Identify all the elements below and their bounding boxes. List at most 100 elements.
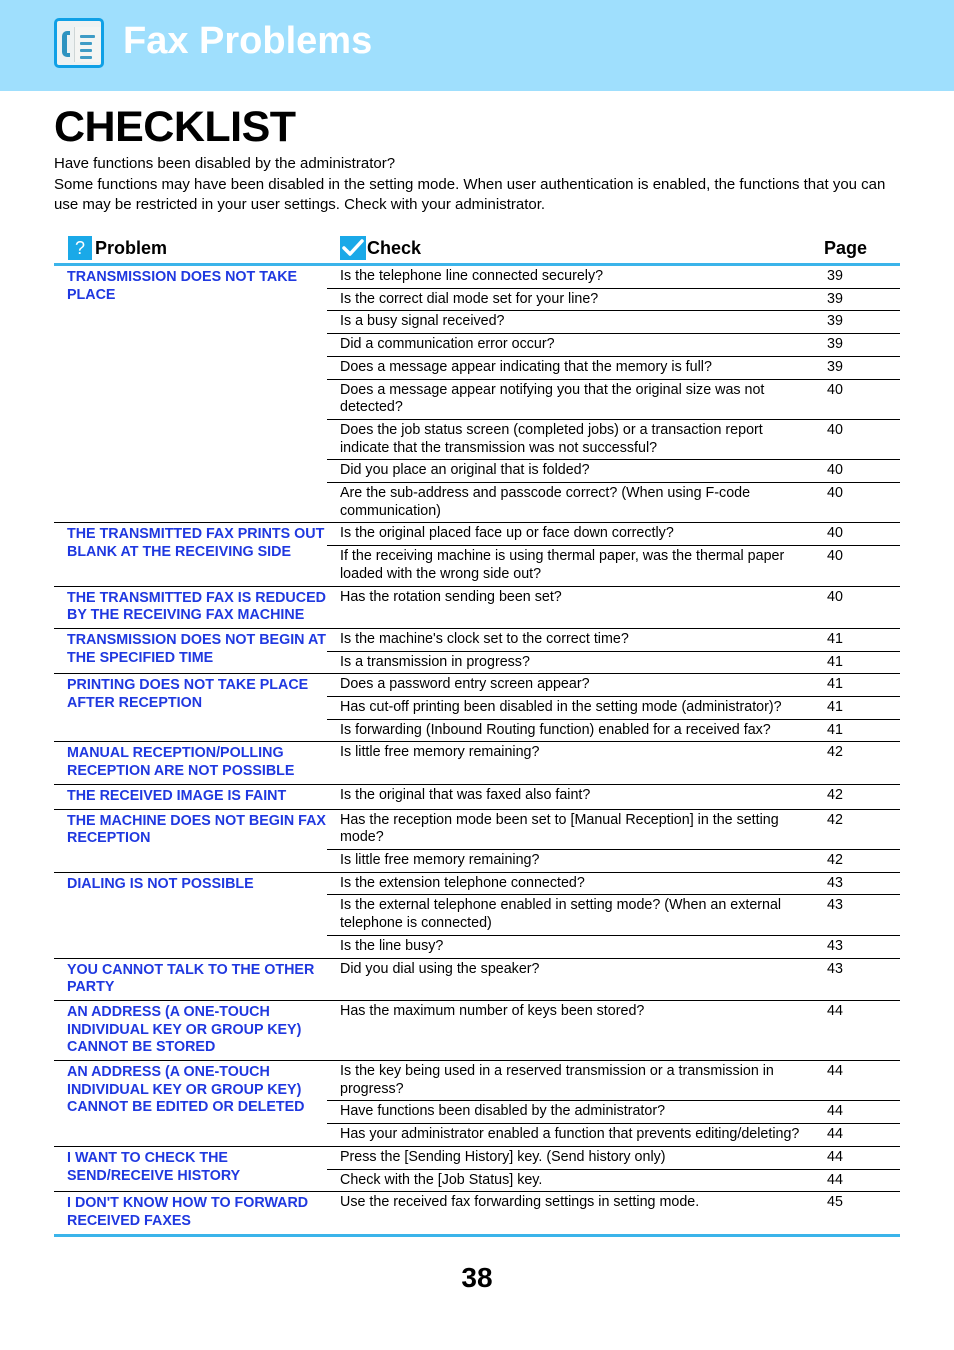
page-reference-link[interactable]: 41 bbox=[807, 629, 900, 651]
check-question: Is the original that was faxed also fain… bbox=[340, 786, 591, 803]
page-reference-link[interactable]: 44 bbox=[807, 1170, 900, 1192]
page-reference-link[interactable]: 39 bbox=[807, 357, 900, 379]
table-row: Are the sub-address and passcode correct… bbox=[327, 483, 900, 522]
check-question: Does a message appear indicating that th… bbox=[340, 358, 712, 375]
problem-label[interactable]: PRINTING DOES NOT TAKE PLACE AFTER RECEP… bbox=[54, 674, 327, 741]
problem-label[interactable]: YOU CANNOT TALK TO THE OTHER PARTY bbox=[54, 959, 327, 1000]
page-reference-link[interactable]: 40 bbox=[807, 460, 900, 482]
problem-label[interactable]: TRANSMISSION DOES NOT TAKE PLACE bbox=[54, 266, 327, 522]
problem-label[interactable]: AN ADDRESS (A ONE-TOUCH INDIVIDUAL KEY O… bbox=[54, 1061, 327, 1146]
page-reference-link[interactable]: 40 bbox=[807, 380, 900, 419]
table-row: Is the original placed face up or face d… bbox=[327, 523, 900, 547]
page-reference-link[interactable]: 41 bbox=[807, 652, 900, 674]
header-band: Fax Problems bbox=[0, 0, 954, 91]
page-reference-link[interactable]: 42 bbox=[807, 850, 900, 872]
page-reference-link[interactable]: 41 bbox=[807, 720, 900, 742]
check-question: Does a password entry screen appear? bbox=[340, 676, 590, 693]
table-row: Use the received fax forwarding settings… bbox=[327, 1192, 900, 1214]
page-reference-link[interactable]: 44 bbox=[807, 1124, 900, 1146]
problem-label[interactable]: THE TRANSMITTED FAX IS REDUCED BY THE RE… bbox=[54, 587, 327, 628]
document-icon bbox=[74, 27, 101, 62]
table-row: Is the external telephone enabled in set… bbox=[327, 895, 900, 936]
check-list: Use the received fax forwarding settings… bbox=[327, 1192, 900, 1233]
page-reference-link[interactable]: 44 bbox=[807, 1101, 900, 1123]
table-row: Is little free memory remaining? 42 bbox=[327, 850, 900, 872]
page-reference-link[interactable]: 39 bbox=[807, 289, 900, 311]
page-reference-link[interactable]: 40 bbox=[807, 483, 900, 522]
problem-label[interactable]: THE TRANSMITTED FAX PRINTS OUT BLANK AT … bbox=[54, 523, 327, 585]
fax-icon bbox=[54, 18, 104, 68]
check-question: Has your administrator enabled a functio… bbox=[340, 1126, 800, 1143]
table-row: Is the correct dial mode set for your li… bbox=[327, 289, 900, 312]
check-question: Has cut-off printing been disabled in th… bbox=[340, 699, 782, 716]
page-reference-link[interactable]: 41 bbox=[807, 697, 900, 719]
page-reference-link[interactable]: 42 bbox=[807, 785, 900, 807]
page-reference-link[interactable]: 40 bbox=[807, 523, 900, 545]
problem-group: PRINTING DOES NOT TAKE PLACE AFTER RECEP… bbox=[54, 674, 900, 743]
page-reference-link[interactable]: 43 bbox=[807, 895, 900, 934]
problem-label[interactable]: MANUAL RECEPTION/POLLING RECEPTION ARE N… bbox=[54, 742, 327, 783]
table-row: Check with the [Job Status] key. 44 bbox=[327, 1170, 900, 1192]
check-question: Is a transmission in progress? bbox=[340, 653, 530, 670]
problem-group: I WANT TO CHECK THE SEND/RECEIVE HISTORY… bbox=[54, 1147, 900, 1193]
table-row: Is the machine's clock set to the correc… bbox=[327, 629, 900, 652]
problem-group: THE TRANSMITTED FAX PRINTS OUT BLANK AT … bbox=[54, 523, 900, 587]
check-list: Does a password entry screen appear? 41 Ha… bbox=[327, 674, 900, 741]
problem-group: AN ADDRESS (A ONE-TOUCH INDIVIDUAL KEY O… bbox=[54, 1061, 900, 1147]
page-reference-link[interactable]: 43 bbox=[807, 959, 900, 981]
page-reference-link[interactable]: 39 bbox=[807, 266, 900, 288]
problem-label[interactable]: DIALING IS NOT POSSIBLE bbox=[54, 873, 327, 958]
check-list: Did you dial using the speaker? 43 bbox=[327, 959, 900, 1000]
page-reference-link[interactable]: 43 bbox=[807, 936, 900, 958]
table-row: Is forwarding (Inbound Routing function)… bbox=[327, 720, 900, 742]
problem-group: THE MACHINE DOES NOT BEGIN FAX RECEPTION… bbox=[54, 810, 900, 873]
page-reference-link[interactable]: 44 bbox=[807, 1147, 900, 1169]
page-title: CHECKLIST bbox=[54, 103, 296, 151]
page-reference-link[interactable]: 39 bbox=[807, 334, 900, 356]
problem-label[interactable]: TRANSMISSION DOES NOT BEGIN AT THE SPECI… bbox=[54, 629, 327, 673]
table-row: Is little free memory remaining? 42 bbox=[327, 742, 900, 764]
check-question: Does a message appear notifying you that… bbox=[340, 381, 765, 416]
problem-label[interactable]: I WANT TO CHECK THE SEND/RECEIVE HISTORY bbox=[54, 1147, 327, 1191]
table-row: Has your administrator enabled a functio… bbox=[327, 1124, 900, 1146]
intro-text: Have functions been disabled by the admi… bbox=[54, 154, 894, 216]
table-body: TRANSMISSION DOES NOT TAKE PLACE Is the t… bbox=[54, 266, 900, 1237]
problem-label[interactable]: THE MACHINE DOES NOT BEGIN FAX RECEPTION bbox=[54, 810, 327, 872]
check-question: Is the correct dial mode set for your li… bbox=[340, 290, 599, 307]
check-question: Check with the [Job Status] key. bbox=[340, 1171, 543, 1188]
check-question: Is the line busy? bbox=[340, 937, 444, 954]
column-header-check: Check bbox=[340, 236, 421, 260]
table-row: Is the line busy? 43 bbox=[327, 936, 900, 958]
problem-label[interactable]: AN ADDRESS (A ONE-TOUCH INDIVIDUAL KEY O… bbox=[54, 1001, 327, 1060]
page-reference-link[interactable]: 40 bbox=[807, 420, 900, 459]
page-reference-link[interactable]: 43 bbox=[807, 873, 900, 895]
table-row: Has the maximum number of keys been stor… bbox=[327, 1001, 900, 1023]
column-header-problem: ? Problem bbox=[68, 236, 167, 260]
check-question: Is the telephone line connected securely… bbox=[340, 268, 604, 284]
page-reference-link[interactable]: 45 bbox=[807, 1192, 900, 1214]
problem-group: TRANSMISSION DOES NOT TAKE PLACE Is the t… bbox=[54, 266, 900, 524]
checkmark-icon bbox=[340, 236, 366, 260]
check-question: Have functions been disabled by the admi… bbox=[340, 1103, 666, 1120]
problem-group: I DON'T KNOW HOW TO FORWARD RECEIVED FAX… bbox=[54, 1192, 900, 1237]
page-reference-link[interactable]: 44 bbox=[807, 1001, 900, 1023]
page-reference-link[interactable]: 40 bbox=[807, 587, 900, 609]
page-reference-link[interactable]: 42 bbox=[807, 742, 900, 764]
check-question: Is the key being used in a reserved tran… bbox=[340, 1063, 774, 1097]
page-reference-link[interactable]: 39 bbox=[807, 311, 900, 333]
table-row: Is a busy signal received? 39 bbox=[327, 311, 900, 335]
table-row: Does a message appear notifying you that… bbox=[327, 380, 900, 420]
page-reference-link[interactable]: 40 bbox=[807, 546, 900, 585]
column-header-problem-label: Problem bbox=[95, 238, 168, 258]
table-row: Is the key being used in a reserved tran… bbox=[327, 1061, 900, 1102]
problem-label[interactable]: THE RECEIVED IMAGE IS FAINT bbox=[54, 785, 327, 809]
check-question: If the receiving machine is using therma… bbox=[340, 548, 785, 582]
check-question: Is little free memory remaining? bbox=[340, 851, 540, 868]
problem-label[interactable]: I DON'T KNOW HOW TO FORWARD RECEIVED FAX… bbox=[54, 1192, 327, 1233]
page-reference-link[interactable]: 44 bbox=[807, 1061, 900, 1100]
table-row: Have functions been disabled by the admi… bbox=[327, 1101, 900, 1125]
page-reference-link[interactable]: 41 bbox=[807, 674, 900, 696]
page-reference-link[interactable]: 42 bbox=[807, 810, 900, 849]
table-row: Does the job status screen (completed jo… bbox=[327, 420, 900, 461]
column-header-check-label: Check bbox=[367, 238, 422, 258]
